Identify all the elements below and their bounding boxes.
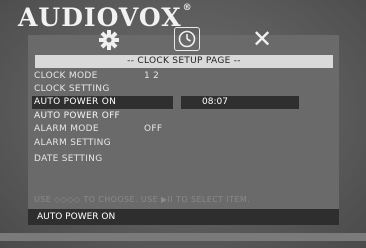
arrow-keys-icon: ◇◇◇◇: [54, 195, 81, 204]
hint-text-select: TO SELECT ITEM.: [176, 195, 251, 204]
menu-item-label: AUTO POWER ON: [34, 97, 117, 107]
menu-item-label: AUTO POWER OFF: [34, 111, 121, 121]
screen-bezel-stripe: [0, 233, 366, 241]
osd-panel: ✕ -- CLOCK SETUP PAGE -- CLOCK MODE 1 2 …: [28, 27, 339, 225]
menu-item-value: 1 2: [144, 71, 160, 81]
play-pause-icon: ▶II: [161, 195, 174, 204]
navigation-hint: USE ◇◇◇◇ TO CHOOSE. USE ▶II TO SELECT IT…: [34, 195, 334, 204]
menu-item-alarm-setting[interactable]: ALARM SETTING: [34, 137, 111, 150]
page-title: -- CLOCK SETUP PAGE --: [35, 55, 333, 68]
menu-item-label: CLOCK MODE: [34, 71, 98, 81]
menu-item-label: ALARM MODE: [34, 124, 99, 134]
auto-power-on-time-field[interactable]: 08:07: [181, 96, 299, 109]
brand-mark: ®: [182, 3, 193, 13]
menu-item-auto-power-on[interactable]: AUTO POWER ON: [32, 96, 173, 109]
menu-item-clock-mode[interactable]: CLOCK MODE 1 2: [34, 70, 159, 83]
menu-item-label: DATE SETTING: [34, 154, 103, 164]
menu-item-date-setting[interactable]: DATE SETTING: [34, 153, 102, 166]
gear-icon[interactable]: [98, 28, 120, 52]
close-icon[interactable]: ✕: [250, 27, 274, 51]
tv-screen: AUDIOVOX® ✕ -- CLOCK SETUP PAGE -- CLOCK…: [0, 0, 366, 248]
menu-item-alarm-mode[interactable]: ALARM MODE OFF: [34, 123, 162, 136]
menu-item-auto-power-off[interactable]: AUTO POWER OFF: [34, 110, 120, 123]
clock-icon[interactable]: [174, 27, 200, 51]
hint-text-use: USE: [34, 195, 52, 204]
hint-text-choose: TO CHOOSE. USE: [83, 195, 159, 204]
status-bar: AUTO POWER ON: [28, 209, 339, 225]
menu-item-clock-setting[interactable]: CLOCK SETTING: [34, 83, 110, 96]
menu-item-value: OFF: [144, 124, 163, 134]
menu-item-label: ALARM SETTING: [34, 138, 111, 148]
menu-item-label: CLOCK SETTING: [34, 84, 110, 94]
